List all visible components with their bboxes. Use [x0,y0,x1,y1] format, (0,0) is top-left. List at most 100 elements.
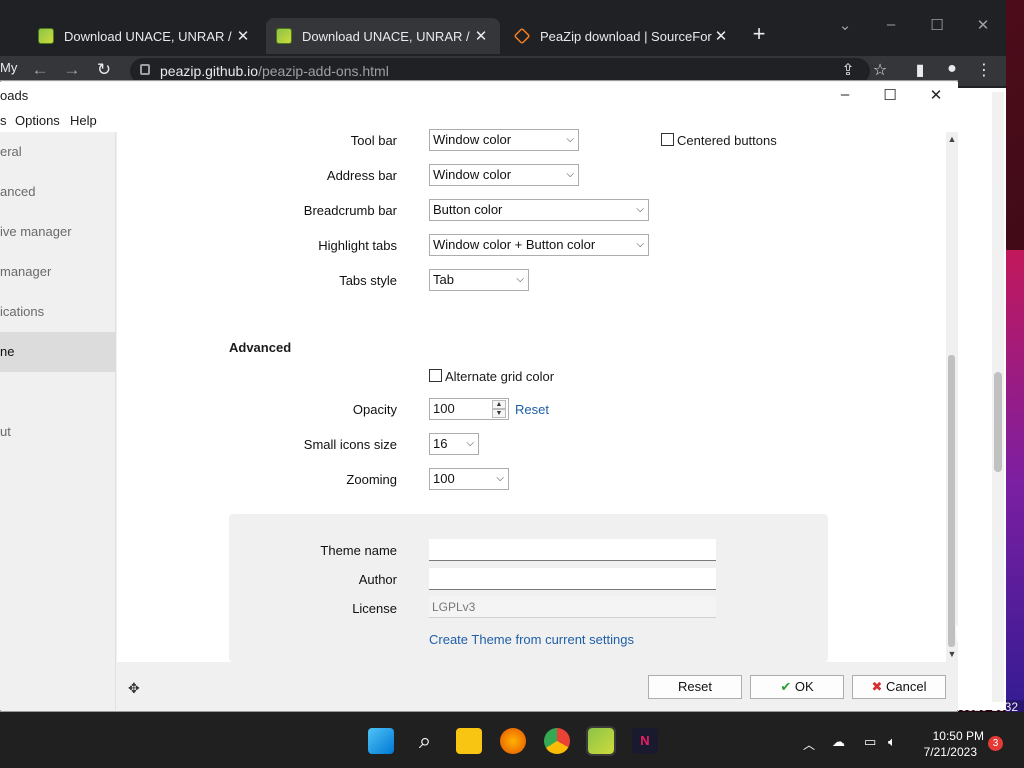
sidebar-item-blank[interactable] [0,372,116,412]
tabs-style-select[interactable]: Tab ⌵ [429,269,529,291]
peazip-icon [276,28,292,44]
check-icon: ✔ [780,679,792,694]
browser-tab-1[interactable]: Download UNACE, UNRAR / UNI ✕ [28,18,262,54]
highlight-tabs-select[interactable]: Window color + Button color ⌵ [429,234,649,256]
sidebar-item-applications[interactable]: ications [0,292,116,332]
lock-icon[interactable] [140,64,150,75]
browser-tab-3[interactable]: PeaZip download | SourceForge. ✕ [504,18,740,54]
share-icon[interactable]: ⇪ [836,60,860,82]
opacity-label: Opacity [352,402,397,417]
menu-item-options[interactable]: Options [15,113,60,128]
chevron-down-icon: ⌵ [466,438,474,449]
tab-title: Download UNACE, UNRAR / UNI [302,28,472,44]
scroll-up-icon[interactable]: ▲ [946,134,958,144]
chrome-icon[interactable] [544,728,570,754]
alternate-grid-label: Alternate grid color [445,369,555,384]
chevron-down-icon: ⌵ [636,204,644,215]
search-icon[interactable]: ⌕ [412,728,438,754]
stepper-down-icon[interactable]: ▼ [492,409,506,418]
select-value: 100 [433,471,455,486]
menu-item-file[interactable]: s [0,113,7,128]
maximize-icon[interactable]: ☐ [922,16,952,36]
addressbar-label: Address bar [326,168,397,183]
back-icon[interactable]: ← [28,60,52,82]
sidebar-item-advanced[interactable]: anced [0,172,116,212]
volume-icon[interactable]: 🔈︎ [888,734,896,750]
alternate-grid-checkbox[interactable] [429,369,442,382]
firefox-icon[interactable] [500,728,526,754]
dialog-maximize-icon[interactable]: ☐ [879,86,901,106]
zooming-select[interactable]: 100 ⌵ [429,468,509,490]
webpage-scroll-thumb[interactable] [994,372,1002,472]
opacity-reset-link[interactable]: Reset [515,402,549,417]
ok-button[interactable]: ✔ OK [750,675,844,699]
opacity-stepper[interactable]: 100 ▲ ▼ [429,398,509,420]
scroll-down-icon[interactable]: ▼ [946,649,958,659]
select-value: Window color [433,167,512,182]
cancel-button[interactable]: ✖ Cancel [852,675,946,699]
theme-name-input[interactable] [429,539,716,561]
select-value: Window color + Button color [433,237,596,252]
x-icon: ✖ [871,679,883,694]
star-icon[interactable]: ☆ [868,60,892,82]
browser-tab-2-active[interactable]: Download UNACE, UNRAR / UNI ✕ [266,18,500,54]
toolbar-color-select[interactable]: Window color ⌵ [429,129,579,151]
chevron-down-icon: ⌵ [636,239,644,250]
close-tab-icon[interactable]: ✕ [234,27,252,45]
notification-badge[interactable]: 3 [988,736,1003,751]
reset-button[interactable]: Reset [648,675,742,699]
centered-buttons-checkbox[interactable] [661,133,674,146]
sourceforge-icon [513,27,531,45]
close-tab-icon[interactable]: ✕ [712,27,730,45]
new-tab-button[interactable]: + [748,23,770,46]
sidebar-item-file-manager[interactable]: manager [0,252,116,292]
close-window-icon[interactable]: ✕ [968,16,998,36]
clock-time[interactable]: 10:50 PM [914,729,984,743]
toolbar-label: Tool bar [350,133,397,148]
chevron-down-icon: ⌵ [496,473,504,484]
windows-start-icon[interactable] [368,728,394,754]
close-tab-icon[interactable]: ✕ [472,27,490,45]
tab-title: PeaZip download | SourceForge. [540,28,712,44]
profile-icon[interactable]: ● [940,60,964,82]
menu-item-help[interactable]: Help [70,113,97,128]
sidebar-item-theme[interactable]: ne [0,332,116,372]
breadcrumb-color-select[interactable]: Button color ⌵ [429,199,649,221]
sidebar-item-about[interactable]: ut [0,412,116,452]
stepper-up-icon[interactable]: ▲ [492,400,506,409]
cloud-icon[interactable]: ☁ [832,734,845,750]
forward-icon[interactable]: → [60,60,84,82]
theme-name-label: Theme name [320,543,397,558]
addressbar-color-select[interactable]: Window color ⌵ [429,164,579,186]
reload-icon[interactable]: ↻ [92,60,116,82]
minimize-icon[interactable]: – [876,16,906,36]
resize-handle-icon[interactable]: ✥ [128,680,140,697]
menu-dots-icon[interactable]: ⋮ [972,60,996,82]
bookmark-label[interactable]: My [0,60,17,75]
url-domain: peazip.github.io [160,63,259,79]
sidebar-item-archive-manager[interactable]: ive manager [0,212,116,252]
url-path: /peazip-add-ons.html [258,63,389,79]
dialog-titlebar [0,82,958,112]
small-icons-select[interactable]: 16 ⌵ [429,433,479,455]
chevron-down-icon: ⌵ [566,134,574,145]
chevron-down-icon: ⌵ [566,169,574,180]
license-field: LGPLv3 [429,596,716,618]
tab-search-icon[interactable]: ⌄ [830,16,860,36]
author-input[interactable] [429,568,716,590]
create-theme-link[interactable]: Create Theme from current settings [429,632,634,647]
network-icon[interactable]: ▭ [864,734,876,750]
dialog-close-icon[interactable]: ✕ [925,86,947,106]
select-value: Button color [433,202,503,217]
content-scroll-thumb[interactable] [948,355,955,647]
chevron-up-icon[interactable]: ︿ [803,736,815,753]
app-n-icon[interactable]: N [632,728,658,754]
file-explorer-icon[interactable] [456,728,482,754]
sidebar-item-general[interactable]: eral [0,132,116,172]
highlight-tabs-label: Highlight tabs [318,238,397,253]
sidepanel-icon[interactable]: ▮ [908,60,932,82]
clock-date[interactable]: 7/21/2023 [914,745,977,759]
advanced-heading: Advanced [229,340,292,355]
dialog-minimize-icon[interactable]: – [834,86,856,106]
peazip-taskbar-icon[interactable] [586,726,616,756]
